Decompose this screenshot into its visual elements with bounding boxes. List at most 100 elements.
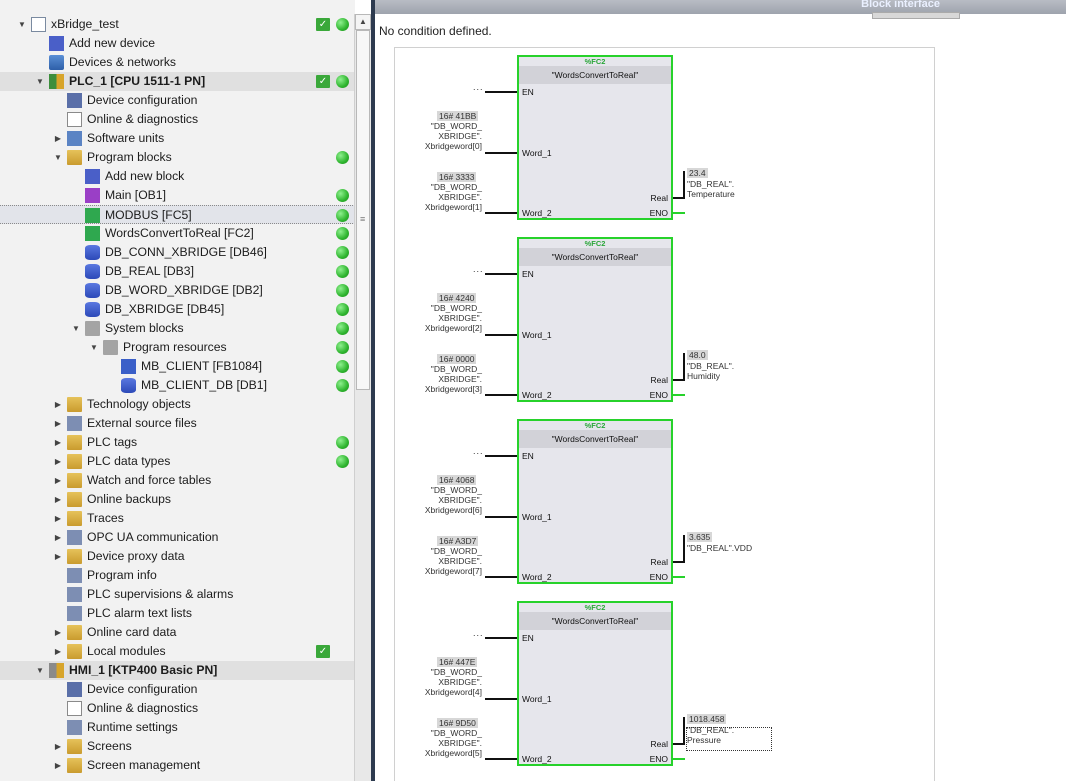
expand-arrow-icon[interactable]: ▶: [52, 642, 64, 661]
expand-arrow-icon[interactable]: ▶: [52, 129, 64, 148]
tree-item[interactable]: ▶ Online card data: [0, 623, 355, 642]
source-files-icon: [67, 416, 82, 431]
input-1-wire: [485, 516, 517, 518]
input-2-variable[interactable]: "DB_WORD_ XBRIDGE". Xbridgeword[7]: [407, 546, 482, 576]
expand-arrow-icon[interactable]: ▶: [52, 414, 64, 433]
tree-item[interactable]: ▼ System blocks: [0, 319, 355, 338]
tree-item[interactable]: Devices & networks: [0, 53, 355, 72]
expand-arrow-icon[interactable]: ▶: [52, 547, 64, 566]
status-ok-icon: [336, 379, 349, 392]
tree-item[interactable]: ▶ External source files: [0, 414, 355, 433]
tree-item[interactable]: Device configuration: [0, 91, 355, 110]
en-placeholder[interactable]: ...: [473, 264, 484, 274]
tree-item[interactable]: ▶ PLC data types: [0, 452, 355, 471]
scroll-up-arrow-icon[interactable]: ▲: [355, 14, 371, 30]
tree-item[interactable]: MB_CLIENT_DB [DB1]: [0, 376, 355, 395]
input-1-variable[interactable]: "DB_WORD_ XBRIDGE". Xbridgeword[0]: [407, 121, 482, 151]
status-ok-icon: [336, 360, 349, 373]
tree-item[interactable]: Add new block: [0, 167, 355, 186]
input-1-variable[interactable]: "DB_WORD_ XBRIDGE". Xbridgeword[4]: [407, 667, 482, 697]
tree-item[interactable]: Main [OB1]: [0, 186, 355, 205]
tree-item[interactable]: ▼ Program blocks: [0, 148, 355, 167]
output-value: 1018.458: [687, 714, 727, 724]
input-2-variable[interactable]: "DB_WORD_ XBRIDGE". Xbridgeword[5]: [407, 728, 482, 758]
tree-item[interactable]: ▶ OPC UA communication: [0, 528, 355, 547]
input-1-value: 16# 4068: [437, 475, 477, 485]
tree-item[interactable]: DB_XBRIDGE [DB45]: [0, 300, 355, 319]
tree-item-label: PLC_1 [CPU 1511-1 PN]: [69, 74, 206, 88]
tree-item[interactable]: ▼ HMI_1 [KTP400 Basic PN]: [0, 661, 355, 680]
expand-arrow-icon[interactable]: ▶: [52, 756, 64, 775]
tree-item[interactable]: ▶ Screen management: [0, 756, 355, 775]
expand-arrow-icon[interactable]: ▶: [52, 490, 64, 509]
expand-arrow-icon[interactable]: ▶: [52, 452, 64, 471]
tree-item[interactable]: Add new device: [0, 34, 355, 53]
scrollbar-thumb[interactable]: ≡: [356, 30, 370, 390]
tree-item[interactable]: DB_WORD_XBRIDGE [DB2]: [0, 281, 355, 300]
output-riser-wire: [683, 171, 685, 199]
tree-item[interactable]: ▶ Local modules ✓: [0, 642, 355, 661]
tree-item[interactable]: ▶ PLC tags: [0, 433, 355, 452]
expand-arrow-icon[interactable]: ▶: [52, 395, 64, 414]
output-riser-wire: [683, 353, 685, 381]
tree-item[interactable]: WordsConvertToReal [FC2]: [0, 224, 355, 243]
collapse-arrow-icon[interactable]: ▼: [88, 338, 100, 357]
collapse-arrow-icon[interactable]: ▼: [70, 319, 82, 338]
tree-item[interactable]: PLC alarm text lists: [0, 604, 355, 623]
fc-block[interactable]: %FC2 "WordsConvertToReal" EN Word_1 Word_2 Re…: [517, 419, 673, 584]
tree-item[interactable]: ▼ Program resources: [0, 338, 355, 357]
fc-block[interactable]: %FC2 "WordsConvertToReal" EN Word_1 Word_2 Re…: [517, 237, 673, 402]
tree-item[interactable]: ▼ xBridge_test ✓: [0, 15, 355, 34]
input-2-variable[interactable]: "DB_WORD_ XBRIDGE". Xbridgeword[1]: [407, 182, 482, 212]
output-variable[interactable]: "DB_REAL".VDD: [687, 543, 752, 553]
tree-item[interactable]: MODBUS [FC5]: [0, 205, 355, 224]
interface-toggle-buttons[interactable]: [872, 12, 960, 19]
tree-item[interactable]: MB_CLIENT [FB1084]: [0, 357, 355, 376]
tree-item[interactable]: ▶ Traces: [0, 509, 355, 528]
fc-block[interactable]: %FC2 "WordsConvertToReal" EN Word_1 Word_2 Re…: [517, 55, 673, 220]
tree-item[interactable]: ▶ Technology objects: [0, 395, 355, 414]
expand-arrow-icon[interactable]: ▶: [52, 623, 64, 642]
tree-item[interactable]: ▶ Software units: [0, 129, 355, 148]
collapse-arrow-icon[interactable]: ▼: [52, 148, 64, 167]
block-name: "WordsConvertToReal": [519, 248, 671, 266]
block-interface-bar[interactable]: Block interface: [375, 0, 1066, 14]
input-1-variable[interactable]: "DB_WORD_ XBRIDGE". Xbridgeword[2]: [407, 303, 482, 333]
input-2-variable[interactable]: "DB_WORD_ XBRIDGE". Xbridgeword[3]: [407, 364, 482, 394]
output-variable[interactable]: "DB_REAL". Temperature: [687, 179, 735, 199]
expand-arrow-icon[interactable]: ▶: [52, 509, 64, 528]
en-placeholder[interactable]: ...: [473, 82, 484, 92]
collapse-arrow-icon[interactable]: ▼: [34, 72, 46, 91]
tree-item[interactable]: ▶ Device proxy data: [0, 547, 355, 566]
expand-arrow-icon[interactable]: ▶: [52, 528, 64, 547]
en-placeholder[interactable]: ...: [473, 446, 484, 456]
expand-arrow-icon[interactable]: ▶: [52, 471, 64, 490]
tree-scrollbar[interactable]: ▲ ≡: [354, 14, 371, 781]
collapse-arrow-icon[interactable]: ▼: [16, 15, 28, 34]
en-placeholder[interactable]: ...: [473, 628, 484, 638]
tree-item[interactable]: ▶ Watch and force tables: [0, 471, 355, 490]
tree-item[interactable]: Program info: [0, 566, 355, 585]
block-interface-title[interactable]: Block interface: [861, 0, 940, 10]
tree-item[interactable]: PLC supervisions & alarms: [0, 585, 355, 604]
plc-tags-icon: [67, 435, 82, 450]
expand-arrow-icon[interactable]: ▶: [52, 737, 64, 756]
opc-ua-icon: [67, 530, 82, 545]
tree-item[interactable]: ▶ Online backups: [0, 490, 355, 509]
tree-item[interactable]: Runtime settings: [0, 718, 355, 737]
fc-block[interactable]: %FC2 "WordsConvertToReal" EN Word_1 Word_2 Re…: [517, 601, 673, 766]
consistency-check-icon: ✓: [316, 75, 330, 88]
tree-item[interactable]: ▼ PLC_1 [CPU 1511-1 PN] ✓: [0, 72, 355, 91]
output-variable[interactable]: "DB_REAL". Humidity: [687, 361, 734, 381]
tree-item[interactable]: Online & diagnostics: [0, 110, 355, 129]
input-1-variable[interactable]: "DB_WORD_ XBRIDGE". Xbridgeword[6]: [407, 485, 482, 515]
tree-item[interactable]: DB_REAL [DB3]: [0, 262, 355, 281]
expand-arrow-icon[interactable]: ▶: [52, 433, 64, 452]
tree-item[interactable]: ▶ Screens: [0, 737, 355, 756]
tree-item[interactable]: Online & diagnostics: [0, 699, 355, 718]
en-wire: [485, 273, 517, 275]
collapse-arrow-icon[interactable]: ▼: [34, 661, 46, 680]
selected-operand-box[interactable]: [686, 727, 772, 751]
tree-item[interactable]: DB_CONN_XBRIDGE [DB46]: [0, 243, 355, 262]
tree-item[interactable]: Device configuration: [0, 680, 355, 699]
